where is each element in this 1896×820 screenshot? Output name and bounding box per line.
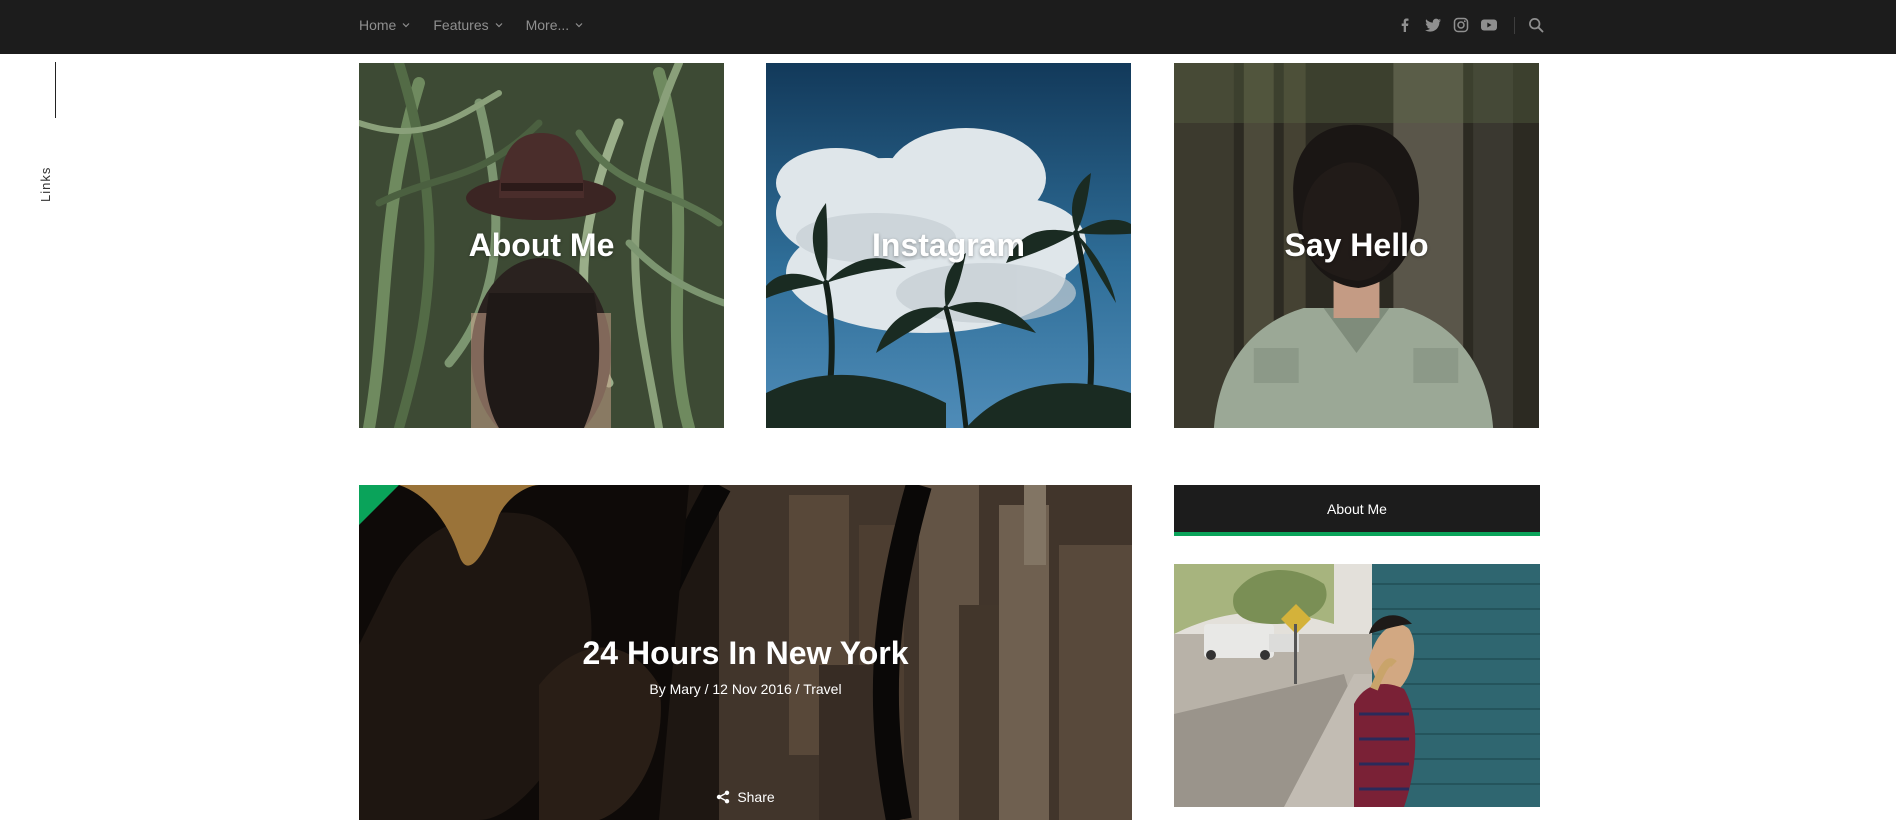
main-nav: Home Features More...	[359, 0, 606, 50]
instagram-icon[interactable]	[1452, 16, 1470, 34]
share-button[interactable]: Share	[716, 789, 775, 805]
featured-meta: By Mary / 12 Nov 2016 / Travel	[649, 681, 842, 697]
featured-corner-badge	[359, 485, 399, 525]
chevron-down-icon	[495, 21, 503, 29]
side-line	[55, 62, 56, 118]
chevron-down-icon	[575, 21, 583, 29]
facebook-icon[interactable]	[1396, 16, 1414, 34]
tile-title: About Me	[468, 227, 615, 263]
about-me-image	[1174, 564, 1540, 807]
nav-item-home[interactable]: Home	[359, 17, 410, 33]
nav-item-features[interactable]: Features	[433, 17, 503, 33]
tile-about-me[interactable]: About Me	[359, 63, 724, 428]
featured-title[interactable]: 24 Hours In New York	[359, 635, 1132, 672]
search-icon[interactable]	[1527, 16, 1545, 34]
tile-title: Instagram	[872, 227, 1025, 263]
divider	[1514, 16, 1515, 34]
side-links-label: Links	[38, 166, 53, 202]
share-row: Share	[359, 789, 1132, 805]
nav-item-label: Home	[359, 17, 397, 33]
nav-item-more[interactable]: More...	[526, 17, 584, 33]
tile-instagram[interactable]: Instagram	[766, 63, 1131, 428]
widget-title: About Me	[1174, 485, 1540, 536]
chevron-down-icon	[402, 21, 410, 29]
top-navbar: Home Features More...	[0, 0, 1896, 54]
nav-item-label: Features	[433, 17, 489, 33]
side-links-toggle[interactable]: Links	[38, 62, 80, 202]
about-me-photo	[1174, 564, 1540, 807]
nav-item-label: More...	[525, 17, 570, 33]
tile-title: Say Hello	[1284, 227, 1429, 263]
social-links	[1396, 0, 1555, 50]
tile-say-hello[interactable]: Say Hello	[1174, 63, 1539, 428]
youtube-icon[interactable]	[1480, 16, 1498, 34]
share-icon	[717, 790, 730, 804]
share-label: Share	[737, 789, 775, 805]
twitter-icon[interactable]	[1424, 16, 1442, 34]
featured-post[interactable]: 24 Hours In New York By Mary / 12 Nov 20…	[359, 485, 1132, 820]
